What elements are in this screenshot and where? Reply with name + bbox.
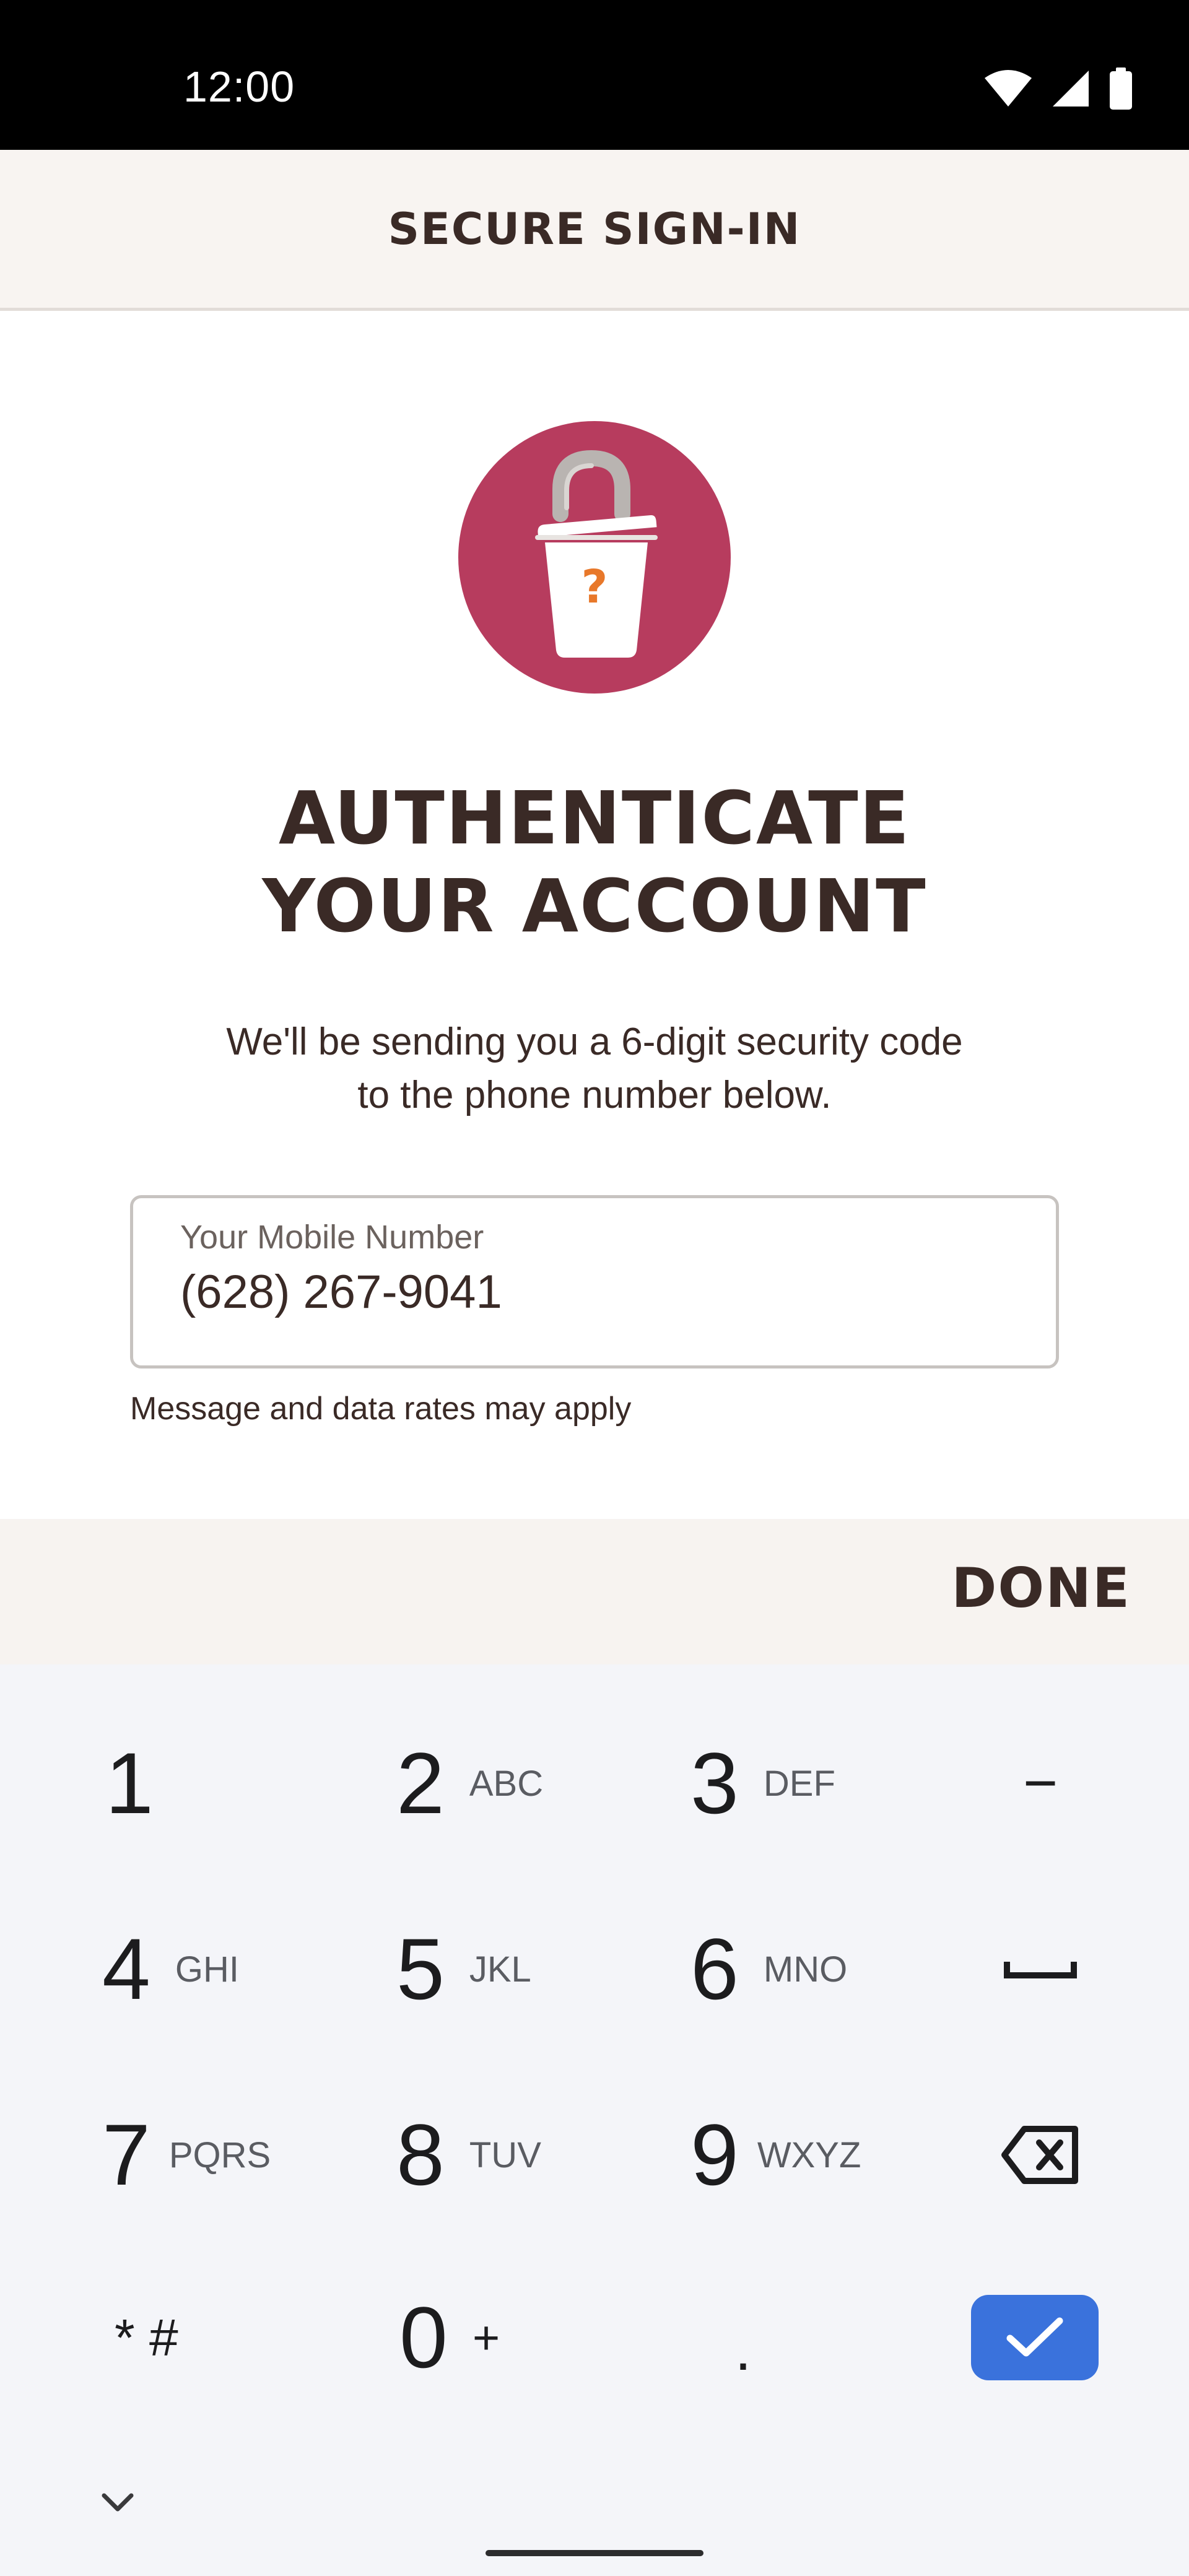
key-digit: 0 xyxy=(399,2289,448,2386)
header: SECURE SIGN-IN xyxy=(0,150,1189,311)
key-1[interactable]: 1 xyxy=(105,1709,378,1858)
status-time: 12:00 xyxy=(183,63,295,111)
description-line-1: We'll be sending you a 6-digit security … xyxy=(226,1020,963,1063)
description-line-2: to the phone number below. xyxy=(357,1074,832,1116)
key-8[interactable]: 8 TUV xyxy=(396,2081,669,2229)
key-0[interactable]: 0 + xyxy=(399,2263,672,2412)
checkmark-icon xyxy=(1006,2317,1063,2357)
dot-key[interactable]: . xyxy=(718,2263,768,2412)
dot-symbol: . xyxy=(734,2317,752,2383)
key-letters: PQRS xyxy=(168,2134,271,2175)
key-digit: 9 xyxy=(690,2106,739,2203)
key-6[interactable]: 6 MNO xyxy=(690,1895,963,2043)
key-letters: DEF xyxy=(763,1763,835,1804)
space-key[interactable] xyxy=(991,1895,1090,2043)
key-digit: 1 xyxy=(105,1734,154,1832)
battery-icon xyxy=(1110,67,1132,110)
key-letters: ABC xyxy=(469,1763,544,1804)
cellular-signal-icon xyxy=(1053,71,1089,107)
key-letters: GHI xyxy=(175,1949,239,1990)
key-9[interactable]: 9 WXYZ xyxy=(690,2081,963,2229)
space-icon xyxy=(1004,1962,1077,1978)
key-letters: WXYZ xyxy=(757,2134,861,2175)
lock-cup-icon xyxy=(535,450,658,658)
header-title: SECURE SIGN-IN xyxy=(388,203,801,255)
key-3[interactable]: 3 DEF xyxy=(690,1709,963,1858)
plus-symbol: + xyxy=(472,2311,500,2364)
key-letters: JKL xyxy=(469,1949,531,1990)
page-title: AUTHENTICATE YOUR ACCOUNT xyxy=(0,774,1189,950)
chevron-down-icon xyxy=(102,2493,134,2512)
headline-line-2: YOUR ACCOUNT xyxy=(262,863,927,949)
dash-key[interactable]: − xyxy=(991,1709,1090,1858)
collapse-keyboard-button[interactable] xyxy=(93,2483,142,2520)
key-7[interactable]: 7 PQRS xyxy=(102,2081,375,2229)
key-digit: 8 xyxy=(396,2106,445,2203)
dash-symbol: − xyxy=(1022,1750,1058,1816)
key-letters: TUV xyxy=(469,2134,541,2175)
star-hash-symbols: * # xyxy=(115,2308,178,2367)
key-2[interactable]: 2 ABC xyxy=(396,1709,669,1858)
key-4[interactable]: 4 GHI xyxy=(102,1895,375,2043)
key-digit: 5 xyxy=(396,1920,445,2017)
star-hash-key[interactable]: * # xyxy=(115,2263,387,2412)
key-digit: 3 xyxy=(690,1734,739,1832)
gesture-nav-handle[interactable] xyxy=(486,2550,703,2556)
description: We'll be sending you a 6-digit security … xyxy=(0,1016,1189,1122)
key-digit: 2 xyxy=(396,1734,445,1832)
enter-key[interactable] xyxy=(971,2295,1099,2380)
key-digit: 7 xyxy=(102,2106,150,2203)
key-5[interactable]: 5 JKL xyxy=(396,1895,669,2043)
disclaimer-text: Message and data rates may apply xyxy=(130,1391,632,1427)
question-mark-glyph: ? xyxy=(581,560,608,614)
mobile-number-field[interactable]: Your Mobile Number (628) 267-9041 xyxy=(130,1195,1059,1368)
mobile-number-value[interactable]: (628) 267-9041 xyxy=(180,1265,502,1319)
key-digit: 6 xyxy=(690,1920,739,2017)
lock-badge: ? xyxy=(458,421,731,694)
status-icons xyxy=(983,67,1133,110)
status-bar: 12:00 xyxy=(0,0,1189,150)
wifi-icon xyxy=(985,70,1032,107)
done-bar: DONE xyxy=(0,1519,1189,1664)
backspace-icon xyxy=(1001,2126,1078,2184)
key-digit: 4 xyxy=(102,1920,150,2017)
done-button[interactable]: DONE xyxy=(951,1556,1131,1620)
mobile-number-label: Your Mobile Number xyxy=(180,1219,484,1256)
backspace-key[interactable] xyxy=(991,2081,1090,2229)
headline-line-1: AUTHENTICATE xyxy=(278,775,911,861)
key-letters: MNO xyxy=(763,1949,848,1990)
